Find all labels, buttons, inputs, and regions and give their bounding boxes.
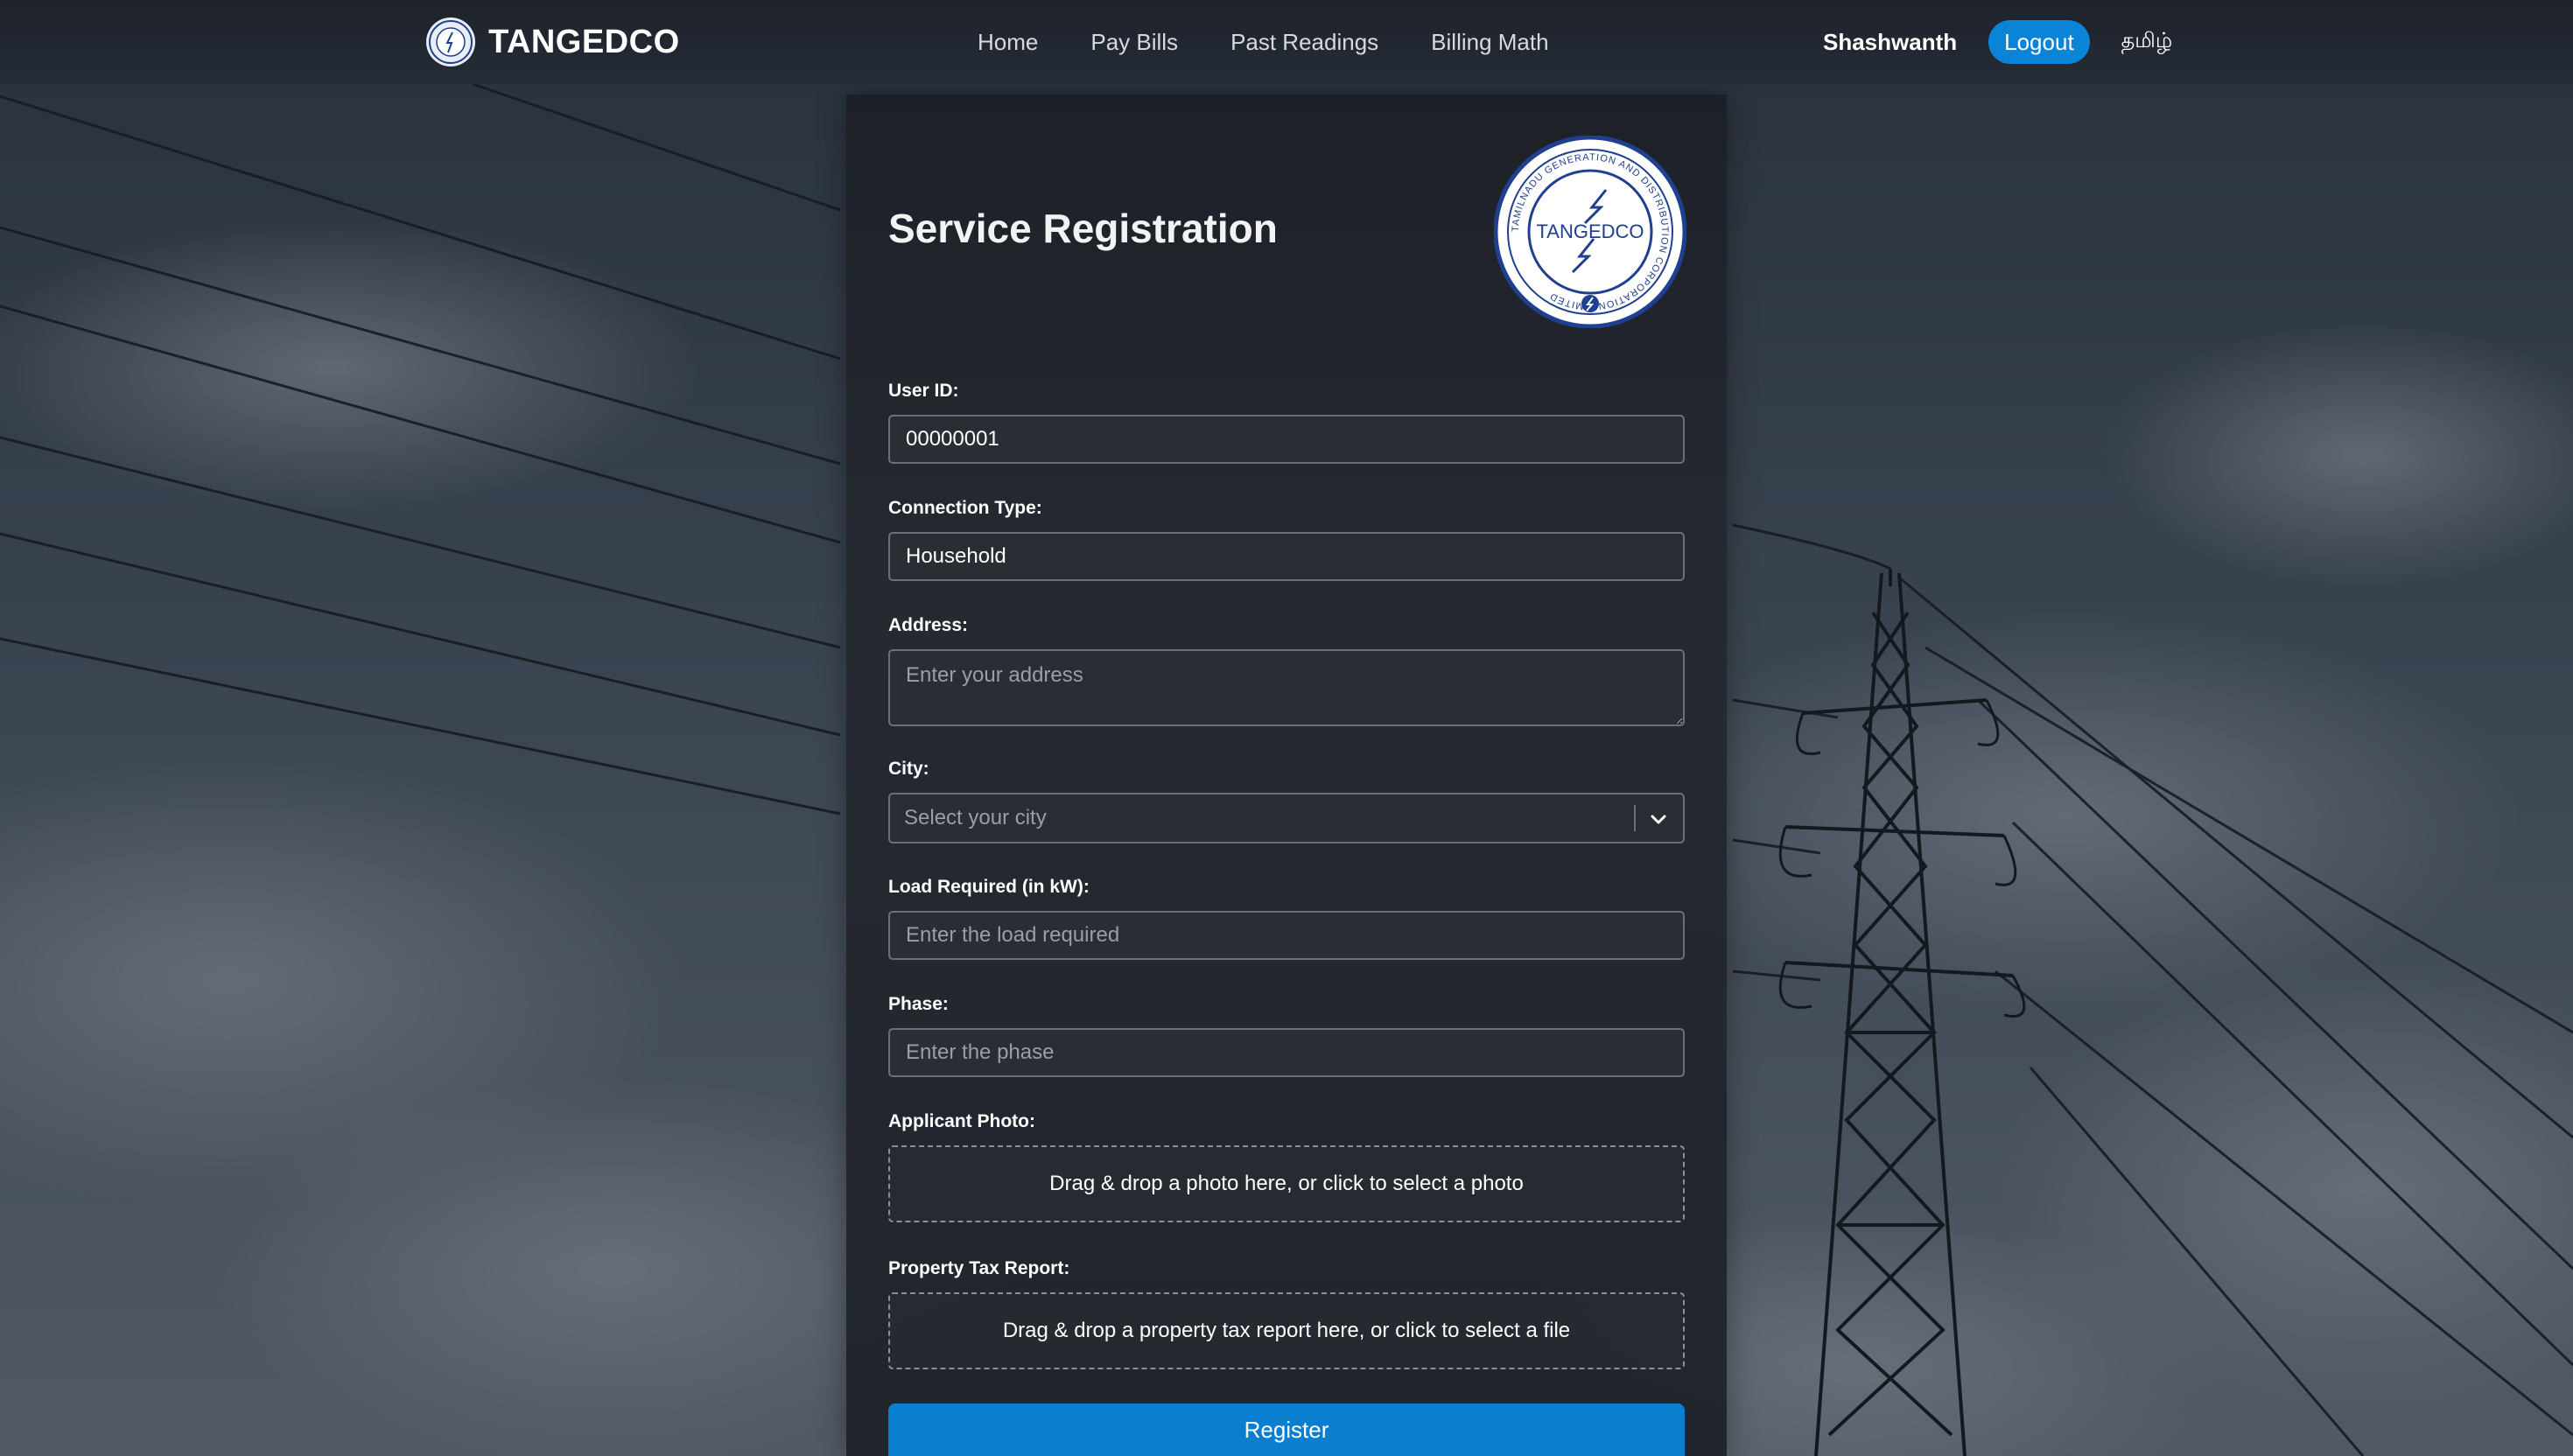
property-tax-dropzone[interactable]: Drag & drop a property tax report here, … [888,1292,1685,1369]
registration-card: Service Registration TAMILNADU GENERATIO… [846,94,1727,1456]
address-textarea[interactable] [888,649,1685,726]
property-tax-label: Property Tax Report: [888,1258,1070,1278]
load-input[interactable] [888,911,1685,960]
seal-center-text: TANGEDCO [1536,220,1644,242]
navbar: TANGEDCO Home Pay Bills Past Readings Bi… [0,0,2573,84]
nav-link-billing-math[interactable]: Billing Math [1431,29,1548,56]
load-label: Load Required (in kW): [888,877,1090,897]
page-title: Service Registration [888,206,1278,251]
tangedco-seal-icon: TAMILNADU GENERATION AND DISTRIBUTION CO… [1494,136,1686,328]
connection-type-label: Connection Type: [888,498,1042,518]
connection-type-input[interactable] [888,532,1685,581]
applicant-photo-dropzone[interactable]: Drag & drop a photo here, or click to se… [888,1145,1685,1222]
logout-button[interactable]: Logout [1988,20,2090,64]
phase-input[interactable] [888,1028,1685,1077]
select-divider [1634,805,1636,831]
nav-link-home[interactable]: Home [978,29,1038,56]
user-name: Shashwanth [1823,28,1958,55]
city-label: City: [888,759,929,779]
brand-home-link[interactable]: TANGEDCO [425,16,680,68]
phase-label: Phase: [888,994,949,1014]
chevron-down-icon[interactable] [1648,808,1669,830]
nav-links: Home Pay Bills Past Readings Billing Mat… [978,0,1602,84]
applicant-photo-label: Applicant Photo: [888,1111,1035,1131]
address-label: Address: [888,615,969,635]
register-button[interactable]: Register [888,1404,1685,1456]
user-id-label: User ID: [888,381,959,401]
nav-link-past-readings[interactable]: Past Readings [1230,29,1378,56]
tangedco-logo-icon [426,18,475,66]
nav-link-pay-bills[interactable]: Pay Bills [1090,29,1178,56]
user-id-input[interactable] [888,415,1685,464]
city-select[interactable]: Select your city [888,793,1685,844]
nav-user-area: Shashwanth Logout தமிழ் [1823,0,2172,84]
brand-name: TANGEDCO [488,23,680,60]
language-toggle[interactable]: தமிழ் [2121,29,2173,55]
city-select-placeholder: Select your city [904,806,1047,830]
